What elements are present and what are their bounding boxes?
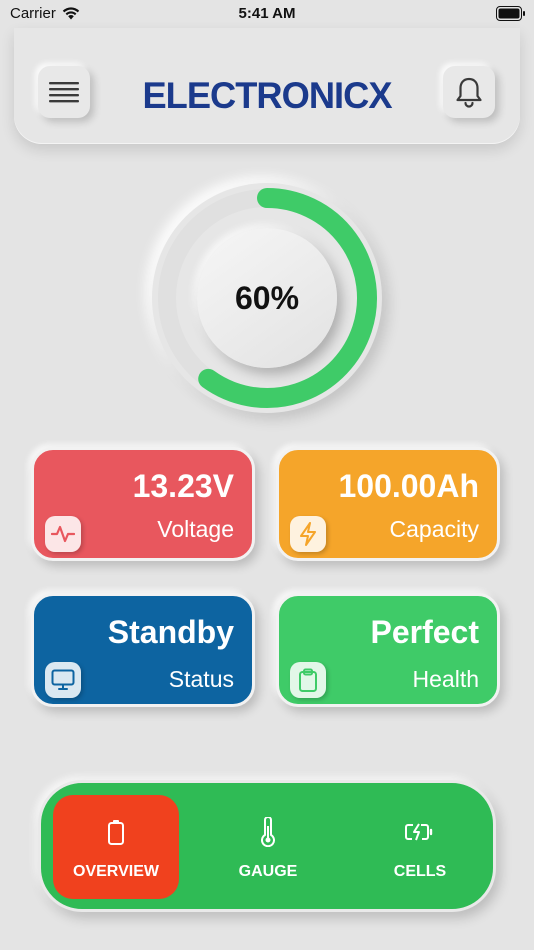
status-value: Standby [107, 614, 234, 650]
thermometer-icon [261, 817, 275, 847]
app-header: ELECTRONICX [14, 28, 520, 144]
health-card[interactable]: Perfect Health [276, 593, 500, 707]
clipboard-icon [299, 668, 317, 692]
charge-percentage: 60% [197, 228, 337, 368]
status-icon-badge [45, 662, 81, 698]
status-bar: Carrier 5:41 AM [0, 0, 534, 28]
tab-cells-label: CELLS [393, 863, 447, 880]
health-value: Perfect [370, 614, 480, 650]
clock: 5:41 AM [238, 5, 296, 22]
voltage-icon-badge [45, 516, 81, 552]
bottom-navigation: OVERVIEW GAUGE CELLS [38, 780, 496, 912]
health-label: Health [412, 666, 479, 692]
lightning-icon [300, 522, 316, 546]
tab-gauge[interactable]: GAUGE [205, 795, 331, 899]
app-logo: ELECTRONICX [142, 75, 392, 116]
bell-icon [456, 77, 482, 108]
capacity-label: Capacity [389, 516, 479, 542]
status-card[interactable]: Standby Status [31, 593, 255, 707]
battery-charging-icon [405, 823, 433, 841]
voltage-value: 13.23V [132, 468, 234, 504]
tab-overview[interactable]: OVERVIEW [53, 795, 179, 899]
tab-cells[interactable]: CELLS [357, 795, 483, 899]
capacity-card[interactable]: 100.00Ah Capacity [276, 447, 500, 561]
menu-button[interactable] [38, 66, 90, 118]
monitor-icon [51, 669, 75, 690]
pulse-icon [51, 525, 75, 543]
notifications-button[interactable] [443, 66, 495, 118]
status-label: Status [168, 666, 234, 692]
voltage-label: Voltage [157, 516, 234, 542]
capacity-icon-badge [290, 516, 326, 552]
voltage-card[interactable]: 13.23V Voltage [31, 447, 255, 561]
capacity-value: 100.00Ah [338, 468, 479, 504]
battery-status-icon [496, 6, 525, 21]
battery-icon [108, 820, 124, 845]
tab-gauge-label: GAUGE [238, 863, 298, 880]
health-icon-badge [290, 662, 326, 698]
tab-overview-label: OVERVIEW [73, 863, 159, 880]
hamburger-menu-icon [49, 82, 79, 103]
